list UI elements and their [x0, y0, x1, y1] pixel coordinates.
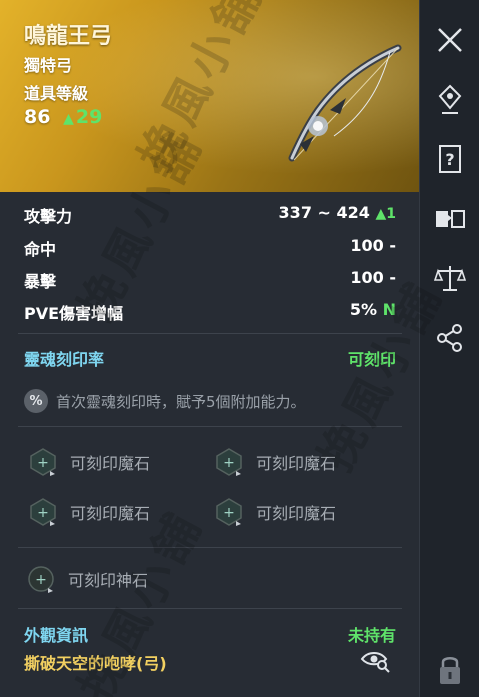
item-level-bonus-value: 29: [75, 106, 103, 128]
soul-engrave-title: 靈魂刻印率: [24, 350, 105, 369]
bow-image: [288, 44, 402, 162]
stat-value: 100 -: [350, 236, 396, 255]
stat-label: 攻擊力: [24, 207, 73, 226]
stat-value: 5% N: [350, 300, 396, 319]
soul-engrave-status: 可刻印: [347, 350, 396, 369]
stat-row-accuracy: 命中 100 -: [24, 236, 396, 262]
soul-engrave-note: % 首次靈魂刻印時，賦予5個附加能力。: [24, 388, 306, 414]
stat-row-attack: 攻擊力 337 ~ 424 ▲1: [24, 203, 396, 229]
svg-text:?: ?: [445, 150, 454, 169]
svg-text:+: +: [35, 572, 47, 588]
eye-search-icon[interactable]: [360, 647, 390, 673]
question-book-icon: ?: [439, 145, 461, 173]
socket-label: 可刻印魔石: [256, 454, 337, 473]
empty-socket-icon: +: [216, 498, 242, 526]
attack-value: 337 ~ 424: [278, 203, 370, 222]
magic-stone-socket-4[interactable]: + 可刻印魔石: [214, 497, 336, 527]
new-badge: N: [382, 300, 396, 319]
soul-engrave-note-text: 首次靈魂刻印時，賦予5個附加能力。: [56, 392, 306, 411]
info-book-button[interactable]: ?: [430, 140, 470, 180]
stat-value: 337 ~ 424 ▲1: [279, 203, 396, 222]
magic-stone-socket-3[interactable]: + 可刻印魔石: [28, 497, 150, 527]
compare-button[interactable]: [430, 198, 470, 238]
divine-stone-socket[interactable]: + 可刻印神石: [26, 564, 148, 594]
lock-button[interactable]: [430, 648, 470, 692]
up-arrow-icon: ▲: [375, 206, 387, 222]
appearance-status: 未持有: [347, 626, 396, 645]
svg-text:+: +: [223, 455, 235, 471]
close-button[interactable]: [430, 20, 470, 60]
svg-text:+: +: [223, 505, 235, 521]
location-pin-icon: [438, 84, 462, 114]
item-level-base: 86: [24, 106, 51, 128]
empty-socket-icon: +: [30, 448, 56, 476]
lock-icon: [440, 657, 460, 684]
item-level-label: 道具等級: [24, 84, 89, 103]
socket-label: 可刻印魔石: [70, 504, 151, 523]
divider: [18, 426, 402, 427]
empty-socket-icon: +: [28, 566, 54, 593]
pve-value: 5%: [349, 300, 378, 319]
stat-value: 100 -: [350, 268, 396, 287]
empty-socket-icon: +: [216, 448, 242, 476]
magic-stone-socket-1[interactable]: + 可刻印魔石: [28, 447, 150, 477]
socket-label: 可刻印魔石: [70, 454, 151, 473]
share-button[interactable]: [430, 318, 470, 358]
stat-label: 命中: [24, 240, 57, 259]
socket-label: 可刻印魔石: [256, 504, 337, 523]
item-name: 鳴龍王弓: [24, 24, 113, 49]
divider: [18, 608, 402, 609]
divider: [18, 333, 402, 334]
appearance-skin-name: 撕破天空的咆哮(弓): [24, 654, 167, 673]
divider: [18, 547, 402, 548]
svg-text:+: +: [37, 455, 49, 471]
locate-button[interactable]: [430, 80, 470, 120]
appearance-label: 外觀資訊: [24, 626, 89, 645]
scales-icon: [434, 266, 466, 291]
percent-icon: %: [24, 389, 48, 413]
empty-socket-icon: +: [30, 498, 56, 526]
compare-cards-icon: [436, 210, 465, 228]
item-level-bonus: ▲ 29: [63, 106, 102, 128]
svg-text:+: +: [37, 505, 49, 521]
action-sidebar: ?: [419, 0, 479, 697]
balance-button[interactable]: [430, 258, 470, 298]
stat-label: PVE傷害增幅: [24, 304, 124, 323]
share-icon: [437, 324, 462, 352]
stat-label: 暴擊: [24, 272, 57, 291]
socket-label: 可刻印神石: [68, 571, 149, 590]
magic-stone-socket-2[interactable]: + 可刻印魔石: [214, 447, 336, 477]
item-header: 鳴龍王弓 獨特弓 道具等級 86 ▲ 29: [0, 0, 419, 192]
stat-row-critical: 暴擊 100 -: [24, 268, 396, 294]
item-type: 獨特弓: [24, 56, 73, 75]
close-icon: [438, 28, 462, 52]
attack-delta: 1: [386, 206, 396, 222]
item-level-row: 86 ▲ 29: [24, 106, 102, 128]
item-tooltip-panel: 鳴龍王弓 獨特弓 道具等級 86 ▲ 29 攻擊力 337 ~ 424 ▲1 命中…: [0, 0, 419, 697]
stat-row-pve-damage: PVE傷害增幅 5% N: [24, 300, 396, 326]
up-arrow-icon: ▲: [63, 111, 74, 127]
